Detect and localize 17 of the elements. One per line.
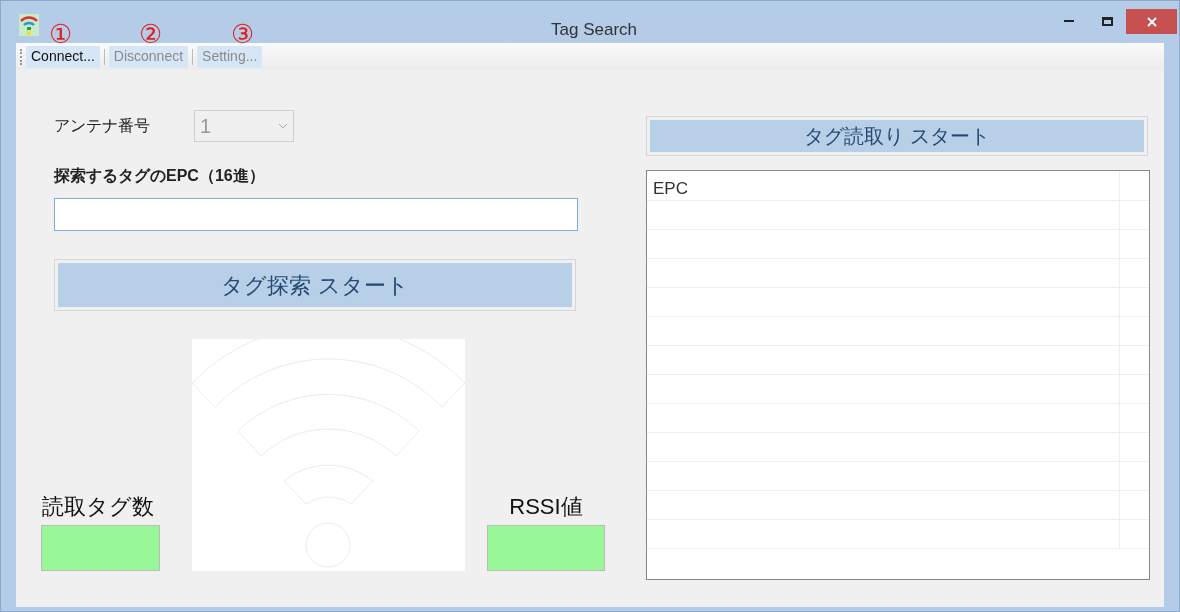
window-title: Tag Search xyxy=(551,19,637,41)
epc-label: 探索するタグのEPC（16進） xyxy=(54,166,266,186)
rssi-label: RSSI値 xyxy=(509,493,583,521)
annotation-number: ③ xyxy=(231,21,255,47)
epc-input-field[interactable] xyxy=(54,198,578,231)
chevron-down-icon xyxy=(278,123,288,129)
annotation-number: ① xyxy=(49,21,73,47)
antenna-label: アンテナ番号 xyxy=(54,116,151,136)
annotation-number: ② xyxy=(139,21,163,47)
read-start-button[interactable]: タグ読取り スタート xyxy=(646,116,1148,156)
close-icon xyxy=(1146,16,1157,27)
read-count-label: 読取タグ数 xyxy=(42,493,154,521)
signal-icon xyxy=(19,14,39,36)
search-start-button[interactable]: タグ探索 スタート xyxy=(54,259,576,311)
toolbar-button[interactable]: Connect... xyxy=(26,45,100,68)
close-button[interactable] xyxy=(1126,9,1177,34)
column-header[interactable]: EPC xyxy=(647,171,1120,200)
